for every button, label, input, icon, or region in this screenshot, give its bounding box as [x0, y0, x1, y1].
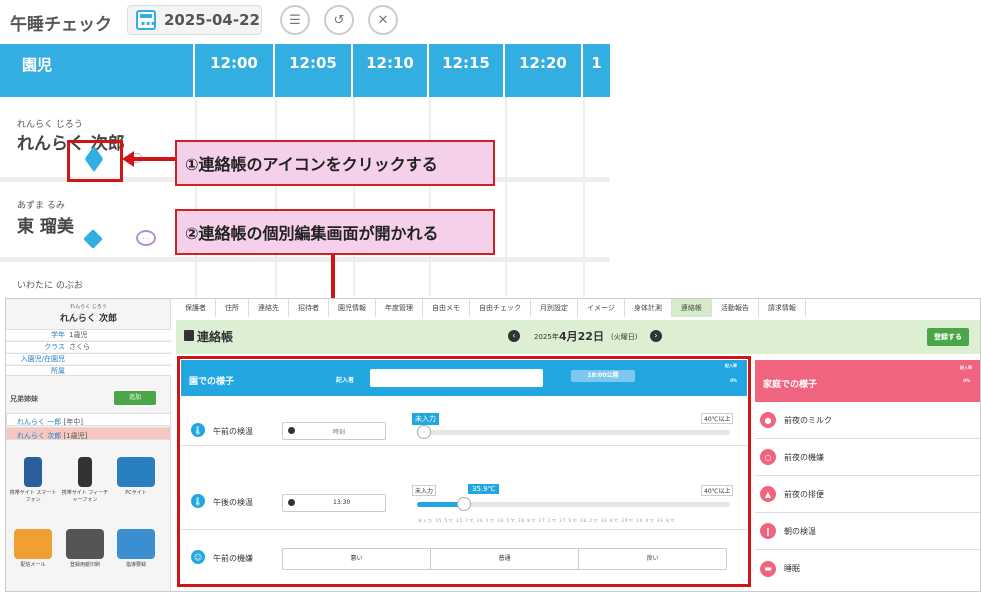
- mobile-featurephone-link[interactable]: 携帯サイト フィーチャーフォン: [61, 457, 109, 503]
- mail-link[interactable]: 配信メール: [9, 529, 57, 568]
- home-item-bowel[interactable]: ▲ 前夜の排便: [755, 476, 980, 513]
- guidance-record-link[interactable]: 指導要録: [112, 529, 160, 568]
- detail-tabs: 保護者 住所 連絡先 招待者 園児情報 年度管理 自由メモ 自由チェック 月別設…: [176, 299, 980, 317]
- tab[interactable]: 保護者: [176, 299, 216, 317]
- pc-site-link[interactable]: PCサイト: [112, 457, 160, 496]
- chat-icon[interactable]: …: [136, 230, 156, 246]
- callout-step1: ①連絡帳のアイコンをクリックする: [175, 140, 495, 186]
- date-main: 4月22日: [559, 330, 604, 343]
- mute-icon: ✕: [377, 12, 389, 28]
- home-rate-label: 記入率: [960, 365, 972, 370]
- page-title: 午睡チェック: [10, 15, 112, 35]
- table-row: いわたに のぶお: [0, 262, 610, 298]
- tab[interactable]: 自由チェック: [470, 299, 531, 317]
- sibling-item[interactable]: れんらく 一郎 [年中]: [6, 413, 171, 426]
- class-label: クラス: [44, 343, 65, 351]
- list-icon: ☰: [289, 12, 301, 28]
- home-item-sleep[interactable]: ▬ 睡眠: [755, 550, 980, 587]
- notebook-icon: [184, 330, 194, 341]
- milk-icon: ●: [760, 412, 776, 428]
- column-header-time: 12:10: [353, 44, 429, 97]
- arrow-head: [122, 151, 134, 167]
- home-item-milk[interactable]: ● 前夜のミルク: [755, 402, 980, 439]
- child-name: 東 瑠美: [17, 217, 74, 237]
- tab[interactable]: 住所: [216, 299, 249, 317]
- prev-day-button[interactable]: ‹: [508, 330, 520, 342]
- renrakucho-edit-screen: れんらく じろう れんらく 次郎 学年 1歳児 クラス さくら 入園児/在園児 …: [5, 298, 981, 592]
- grade-label: 学年: [51, 331, 65, 339]
- tab[interactable]: 招待者: [289, 299, 329, 317]
- column-header-time: 12:20: [505, 44, 583, 97]
- home-title: 家庭での様子: [763, 380, 818, 390]
- class-value: さくら: [69, 343, 90, 351]
- column-header-time: 12:05: [275, 44, 353, 97]
- child-kana: あずま るみ: [17, 201, 65, 211]
- sibling-item-active[interactable]: れんらく 次郎 [1歳児]: [6, 427, 171, 440]
- renrakucho-icon[interactable]: [83, 229, 103, 249]
- mobile-smartphone-link[interactable]: 携帯サイト スマートフォン: [9, 457, 57, 503]
- home-rate-value: 0%: [963, 378, 970, 383]
- date-picker[interactable]: ▪▪▪ 2025-04-22: [127, 5, 262, 35]
- tab[interactable]: 連絡先: [249, 299, 289, 317]
- column-header-time: 12:00: [195, 44, 275, 97]
- grade-value: 1歳児: [69, 331, 88, 339]
- tab[interactable]: 年度管理: [376, 299, 423, 317]
- tab[interactable]: 自由メモ: [423, 299, 470, 317]
- tab[interactable]: 月別設定: [531, 299, 578, 317]
- date-year: 2025年: [534, 333, 559, 341]
- history-button[interactable]: ↺: [324, 5, 354, 35]
- list-toggle-button[interactable]: ☰: [280, 5, 310, 35]
- child-sidebar: れんらく じろう れんらく 次郎 学年 1歳児 クラス さくら 入園児/在園児 …: [6, 299, 171, 591]
- calendar-icon: ▪▪▪: [136, 10, 156, 30]
- column-header-child: 園児: [0, 44, 195, 97]
- register-button[interactable]: 登録する: [927, 328, 969, 346]
- column-header-time: 12:15: [429, 44, 505, 97]
- sidebar-kana: れんらく じろう: [70, 304, 107, 310]
- bowel-icon: ▲: [760, 486, 776, 502]
- callout-step2: ②連絡帳の個別編集画面が開かれる: [175, 209, 495, 255]
- siblings-label: 兄弟姉妹: [10, 395, 38, 403]
- home-section-header: 家庭での様子 記入率 0%: [755, 360, 980, 408]
- mood-icon: ○: [760, 449, 776, 465]
- tab-renrakucho[interactable]: 連絡帳: [671, 299, 712, 317]
- thermometer-icon: ❙: [760, 523, 776, 539]
- arrow-line: [131, 157, 177, 161]
- history-icon: ↺: [333, 12, 345, 28]
- renrakucho-title: 連絡帳: [197, 330, 234, 344]
- tab[interactable]: 請求情報: [758, 299, 806, 317]
- mute-button[interactable]: ✕: [368, 5, 398, 35]
- date-value: 2025-04-22: [164, 11, 260, 29]
- enroll-label: 入園児/在園児: [20, 355, 65, 363]
- add-sibling-button[interactable]: 追加: [114, 391, 156, 405]
- next-day-button[interactable]: ›: [650, 330, 662, 342]
- bed-icon: ▬: [760, 560, 776, 577]
- home-item-temp[interactable]: ❙ 朝の検温: [755, 513, 980, 550]
- date-dow: (火曜日): [611, 333, 638, 341]
- home-item-mood[interactable]: ○ 前夜の機嫌: [755, 439, 980, 476]
- tab[interactable]: イメージ: [578, 299, 625, 317]
- highlight-renrakucho-icon: [67, 140, 123, 182]
- column-header-time: 1: [591, 54, 602, 72]
- tab[interactable]: 園児情報: [329, 299, 376, 317]
- nap-table-header: 園児 12:00 12:05 12:10 12:15 12:20 1: [0, 44, 610, 97]
- dept-label: 所属: [51, 367, 65, 375]
- sidebar-name: れんらく 次郎: [59, 314, 118, 324]
- renrakucho-toolbar: 連絡帳 ‹ 2025年 4月22日 (火曜日) › 登録する: [176, 320, 980, 354]
- print-link[interactable]: 登録用紙印刷: [61, 529, 109, 568]
- tab[interactable]: 身体計測: [624, 299, 672, 317]
- child-kana: いわたに のぶお: [17, 281, 83, 291]
- highlight-school-section: [177, 356, 751, 587]
- tab[interactable]: 活動報告: [711, 299, 759, 317]
